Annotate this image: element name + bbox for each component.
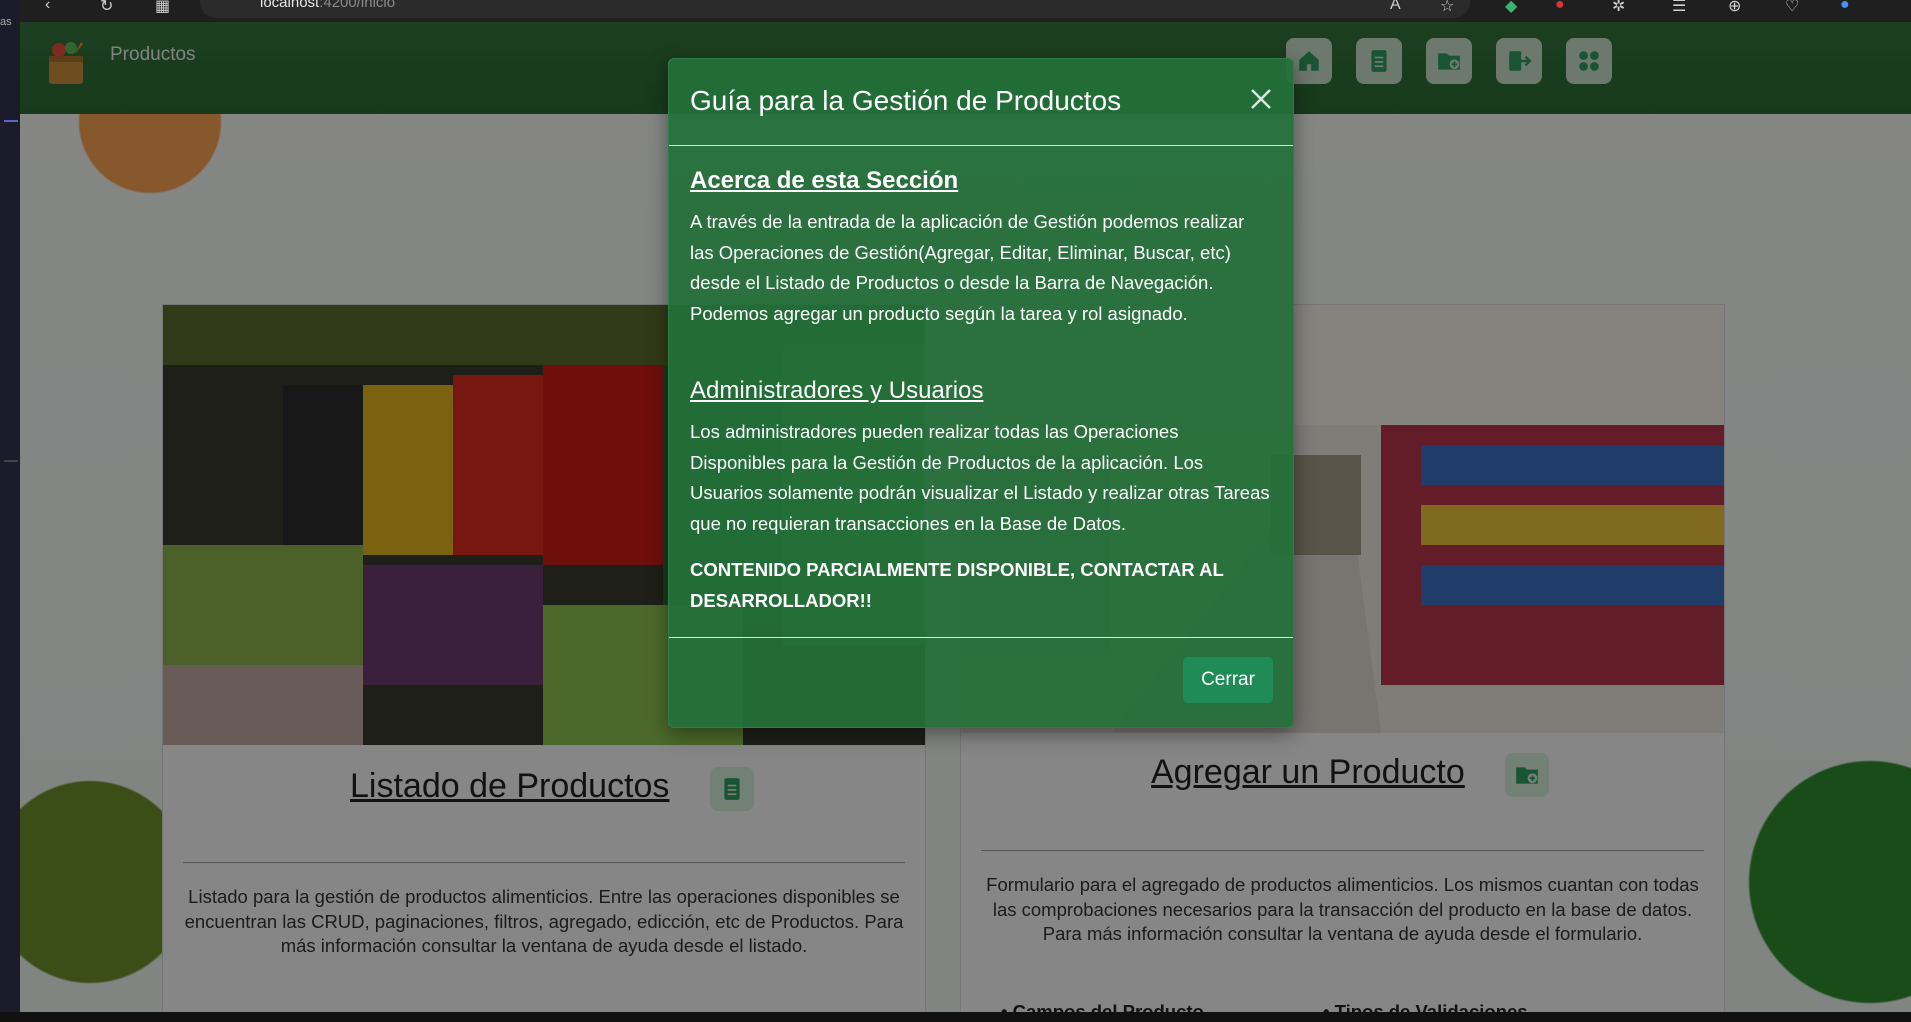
modal-warning-text: CONTENIDO PARCIALMENTE DISPONIBLE, CONTA… [690,559,1224,611]
read-aloud-icon[interactable]: A [1390,0,1401,14]
browser-essentials-icon[interactable]: ♡ [1785,0,1799,16]
taskbar-edge [0,1012,1911,1022]
left-panel-strip: as [0,0,20,1022]
extensions-icon[interactable]: ✲ [1612,0,1625,16]
address-text[interactable]: localhost:4200/inicio [260,0,395,11]
modal-title: Guía para la Gestión de Productos [690,85,1122,116]
strip-marker [4,460,18,462]
favorites-icon[interactable]: ☰ [1672,0,1686,16]
back-icon[interactable]: ‹ [45,0,50,14]
modal-section-text: A través de la entrada de la aplicación … [690,211,1245,324]
close-icon[interactable] [1243,81,1279,117]
red-extension-icon[interactable]: ● [1555,0,1565,14]
refresh-icon[interactable]: ↻ [100,0,113,16]
strip-marker [4,120,18,122]
add-favorite-icon[interactable]: ☆ [1440,0,1454,16]
modal-section-text: Los administradores pueden realizar toda… [690,421,1270,534]
profile-icon[interactable]: ● [1840,0,1850,14]
modal-footer-divider [669,637,1293,638]
shield-extension-icon[interactable]: ◆ [1505,0,1517,16]
left-strip-label: as [0,16,12,28]
collections-icon[interactable]: ⊕ [1728,0,1741,16]
modal-section-title: Acerca de esta Sección [690,167,959,194]
tabs-icon[interactable]: ▦ [155,0,170,16]
close-button[interactable]: Cerrar [1183,657,1273,703]
help-modal: Guía para la Gestión de Productos Acerca… [668,58,1294,728]
modal-section-title: Administradores y Usuarios [690,377,984,404]
browser-toolbar: ‹ ↻ ▦ localhost:4200/inicio A ☆ ◆ ● ✲ ☰ … [0,0,1911,22]
modal-header-divider [669,145,1293,146]
